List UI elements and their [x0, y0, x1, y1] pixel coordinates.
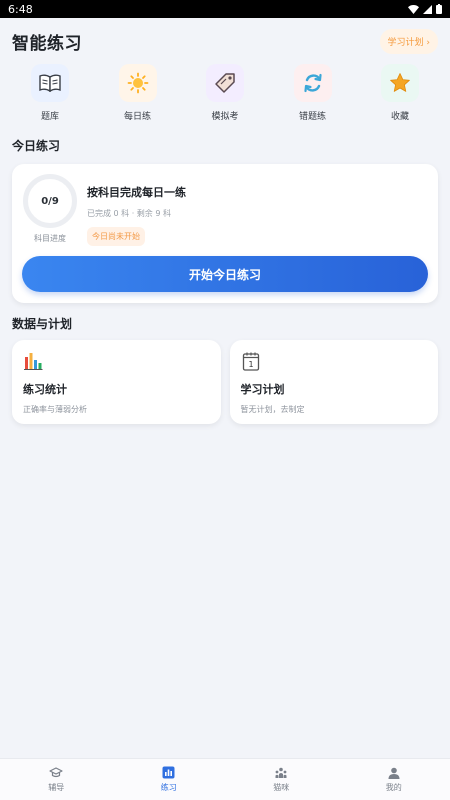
tab-tutoring[interactable]: 辅导 — [26, 766, 86, 793]
person-icon — [388, 767, 400, 779]
people-icon — [275, 767, 287, 778]
stat-desc: 正确率与薄弱分析 — [23, 405, 87, 414]
nav-item-mock-exam[interactable]: 模拟考 — [195, 64, 255, 122]
nav-label: 题库 — [40, 112, 59, 122]
bottom-nav: 辅导 练习 猫咪 我的 — [0, 758, 450, 800]
tab-label: 练习 — [160, 783, 177, 792]
status-badge: 今日尚未开始 — [87, 227, 145, 246]
progress-ring: 0/9 — [23, 174, 77, 228]
nav-label: 错题练 — [298, 112, 326, 122]
tab-cat[interactable]: 猫咪 — [251, 767, 311, 793]
nav-item-favorites[interactable]: 收藏 — [370, 64, 430, 122]
graduation-cap-icon — [49, 766, 63, 777]
stat-title: 练习统计 — [23, 383, 67, 396]
status-time: 6:48 — [8, 2, 33, 16]
refresh-icon — [293, 64, 332, 102]
svg-text:1: 1 — [248, 360, 253, 369]
book-icon — [31, 64, 69, 102]
nav-item-daily-practice[interactable]: 每日练 — [108, 64, 168, 122]
wifi-icon — [408, 4, 419, 14]
bar-chart-icon — [24, 353, 43, 370]
today-heading: 按科目完成每日一练 — [87, 186, 186, 199]
star-icon — [381, 64, 419, 102]
battery-icon — [436, 4, 442, 14]
stats-cards: 练习统计 正确率与薄弱分析 1 学习计划 暂无计划，去制定 — [0, 340, 450, 424]
status-bar: 6:48 — [0, 0, 450, 18]
tab-label: 我的 — [385, 782, 402, 792]
start-practice-button[interactable]: 开始今日练习 — [22, 256, 428, 292]
tab-profile[interactable]: 我的 — [364, 767, 424, 793]
section-title-data: 数据与计划 — [12, 317, 73, 331]
subject-progress: 0/9 科目进度 — [22, 174, 78, 244]
signal-icon — [423, 4, 432, 14]
nav-item-wrong-questions[interactable]: 错题练 — [283, 64, 343, 122]
nav-label: 每日练 — [123, 112, 151, 122]
status-icons — [408, 4, 442, 14]
study-plan-card[interactable]: 1 学习计划 暂无计划，去制定 — [229, 340, 438, 424]
practice-stats-card[interactable]: 练习统计 正确率与薄弱分析 — [12, 340, 221, 424]
today-card: 0/9 科目进度 按科目完成每日一练 已完成 0 科 · 剩余 9 科 今日尚未… — [12, 164, 438, 303]
tab-practice[interactable]: 练习 — [139, 766, 199, 793]
nav-label: 模拟考 — [211, 112, 239, 122]
study-plan-chip[interactable]: 学习计划 › — [379, 28, 438, 54]
today-subtext: 已完成 0 科 · 剩余 9 科 — [87, 209, 171, 218]
tag-icon — [206, 64, 244, 102]
nav-label: 收藏 — [390, 112, 409, 122]
stat-title: 学习计划 — [240, 383, 285, 396]
progress-caption: 科目进度 — [34, 234, 66, 243]
chart-box-icon — [162, 766, 175, 779]
calendar-icon: 1 — [242, 352, 259, 371]
page-title: 智能练习 — [12, 33, 82, 54]
tab-label: 猫咪 — [273, 782, 290, 792]
stat-desc: 暂无计划，去制定 — [240, 405, 305, 414]
sun-icon — [118, 64, 157, 102]
quick-nav: 题库 每日练 模拟考 错题练 收藏 — [0, 64, 450, 122]
header: 智能练习 学习计划 › — [0, 18, 450, 64]
nav-item-question-bank[interactable]: 题库 — [20, 64, 80, 122]
tab-label: 辅导 — [48, 782, 65, 792]
section-title-today: 今日练习 — [12, 139, 61, 153]
